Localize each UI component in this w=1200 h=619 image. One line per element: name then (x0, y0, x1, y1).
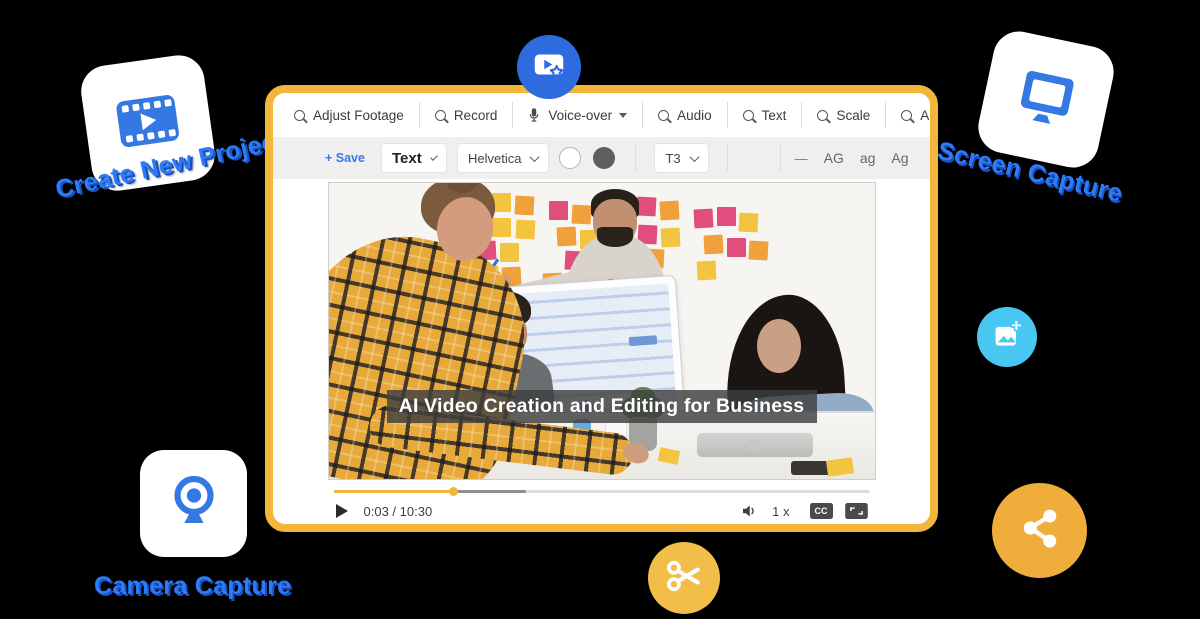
video-editor-window: Adjust Footage Record Voice-over (265, 85, 938, 532)
menu-adjust-footage[interactable]: Adjust Footage (279, 93, 419, 137)
add-image-badge[interactable] (977, 307, 1037, 367)
divider (780, 145, 781, 171)
video-frame[interactable]: AI Video Creation and Editing for Busine… (328, 182, 876, 480)
scissors-icon (662, 554, 706, 603)
menu-label: Animation (920, 108, 938, 123)
text-size-dropdown[interactable]: T3 (654, 143, 708, 173)
video-star-badge[interactable] (517, 35, 581, 99)
microphone-icon (528, 107, 540, 123)
save-button[interactable]: + Save (325, 151, 365, 165)
cut-badge[interactable] (648, 542, 720, 614)
divider (727, 145, 728, 171)
player-bar: 0:03 / 10:30 1 x CC (328, 490, 876, 520)
video-caption: AI Video Creation and Editing for Busine… (387, 390, 817, 423)
menu-voice-over[interactable]: Voice-over (513, 93, 642, 137)
volume-icon[interactable] (740, 502, 758, 520)
search-icon (901, 110, 912, 121)
divider (635, 145, 636, 171)
font-value: Helvetica (468, 151, 521, 166)
progress-knob[interactable] (449, 487, 458, 496)
time-display: 0:03 / 10:30 (364, 504, 433, 519)
text-size-value: T3 (665, 151, 680, 166)
progress-bar[interactable] (334, 490, 870, 493)
format-toolbar: + Save Text Helvetica T3 — AG ag (273, 137, 930, 179)
camera-capture-app-card[interactable] (140, 450, 247, 557)
menu-label: Adjust Footage (313, 108, 404, 123)
progress-played (334, 490, 455, 493)
player-controls: 0:03 / 10:30 1 x CC (328, 502, 876, 520)
webcam-icon (161, 468, 227, 539)
stage: Create New Project Screen Capture (0, 0, 1200, 619)
menu-label: Record (454, 108, 498, 123)
search-icon (658, 110, 669, 121)
share-icon (1014, 502, 1066, 559)
menu-scale[interactable]: Scale (802, 93, 885, 137)
menu-label: Scale (836, 108, 870, 123)
search-icon (743, 110, 754, 121)
search-icon (435, 110, 446, 121)
uppercase-button[interactable]: AG (824, 150, 844, 166)
chevron-down-icon (689, 152, 699, 162)
caret-down-icon (619, 113, 627, 118)
menu-text[interactable]: Text (728, 93, 802, 137)
play-button[interactable] (336, 504, 348, 518)
share-badge[interactable] (992, 483, 1087, 578)
menu-animation[interactable]: Animation (886, 93, 938, 137)
menu-label: Text (762, 108, 787, 123)
lowercase-button[interactable]: ag (860, 150, 876, 166)
chevron-down-icon (430, 153, 438, 161)
text-style-dropdown[interactable]: Text (381, 143, 447, 173)
search-icon (294, 110, 305, 121)
video-star-icon (530, 46, 568, 89)
menu-audio[interactable]: Audio (643, 93, 727, 137)
menu-label: Voice-over (548, 108, 612, 123)
capitalize-button[interactable]: Ag (891, 150, 908, 166)
monitor-icon (1003, 54, 1089, 144)
camera-capture-label: Camera Capture (94, 572, 291, 601)
top-menu-bar: Adjust Footage Record Voice-over (273, 93, 930, 137)
fullscreen-button[interactable] (845, 503, 868, 519)
case-none-button[interactable]: — (795, 151, 808, 166)
font-dropdown[interactable]: Helvetica (457, 143, 549, 173)
color-swatch-white[interactable] (559, 147, 581, 169)
text-style-value: Text (392, 150, 422, 167)
color-swatch-dark[interactable] (593, 147, 615, 169)
menu-label: Audio (677, 108, 712, 123)
image-add-icon (989, 317, 1025, 358)
cc-button[interactable]: CC (810, 503, 833, 519)
search-icon (817, 110, 828, 121)
playback-speed[interactable]: 1 x (772, 504, 789, 519)
chevron-down-icon (530, 152, 540, 162)
menu-record[interactable]: Record (420, 93, 513, 137)
